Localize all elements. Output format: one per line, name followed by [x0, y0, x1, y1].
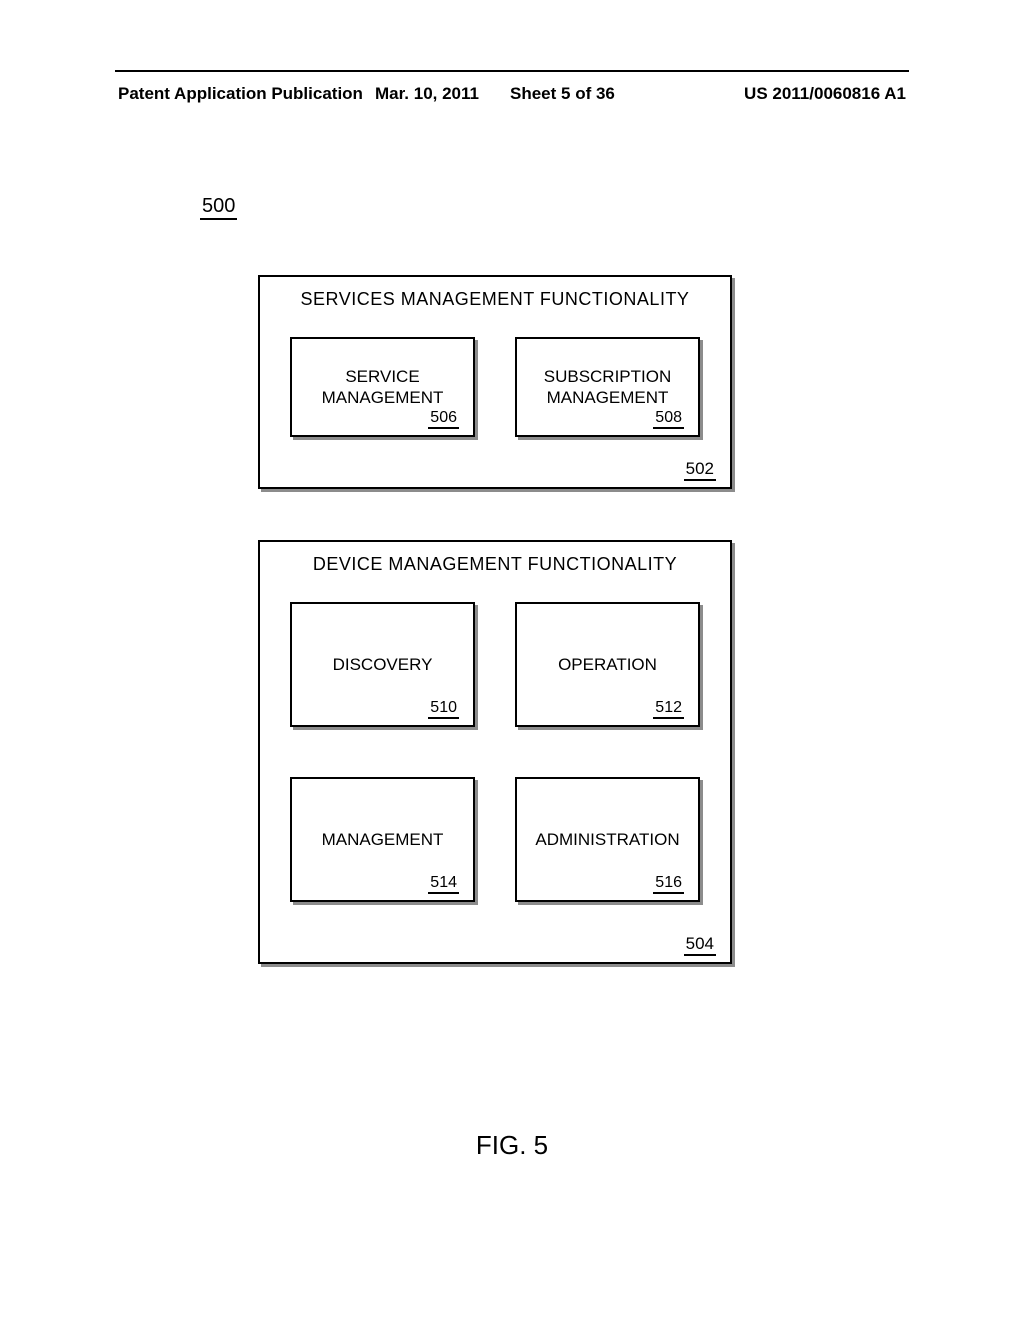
header-rule	[115, 70, 909, 72]
diagram-main-ref: 500	[200, 195, 237, 220]
discovery-ref: 510	[428, 699, 459, 719]
management-label-text: MANAGEMENT	[322, 830, 444, 849]
operation-box: OPERATION 512	[515, 602, 700, 727]
device-management-ref: 504	[684, 934, 716, 956]
header-date: Mar. 10, 2011	[375, 84, 479, 104]
service-management-label: SERVICE MANAGEMENT	[300, 366, 465, 409]
subscription-management-label: SUBSCRIPTION MANAGEMENT	[525, 366, 690, 409]
operation-label: OPERATION	[525, 654, 690, 675]
services-management-ref: 502	[684, 459, 716, 481]
discovery-label: DISCOVERY	[300, 654, 465, 675]
services-management-block: SERVICES MANAGEMENT FUNCTIONALITY SERVIC…	[258, 275, 732, 489]
operation-ref: 512	[653, 699, 684, 719]
administration-label: ADMINISTRATION	[525, 829, 690, 850]
management-label: MANAGEMENT	[300, 829, 465, 850]
services-management-title: SERVICES MANAGEMENT FUNCTIONALITY	[260, 277, 730, 310]
service-management-box: SERVICE MANAGEMENT 506	[290, 337, 475, 437]
subscription-management-box: SUBSCRIPTION MANAGEMENT 508	[515, 337, 700, 437]
discovery-label-text: DISCOVERY	[333, 655, 433, 674]
management-ref: 514	[428, 874, 459, 894]
figure-label: FIG. 5	[0, 1130, 1024, 1161]
subscription-management-ref: 508	[653, 409, 684, 429]
administration-ref: 516	[653, 874, 684, 894]
subscription-management-label-text: SUBSCRIPTION MANAGEMENT	[544, 367, 672, 407]
administration-box: ADMINISTRATION 516	[515, 777, 700, 902]
header-sheet: Sheet 5 of 36	[510, 84, 615, 104]
header-publication-number: US 2011/0060816 A1	[744, 84, 906, 104]
device-management-block: DEVICE MANAGEMENT FUNCTIONALITY DISCOVER…	[258, 540, 732, 964]
header-publication-label: Patent Application Publication	[118, 84, 363, 104]
device-management-title: DEVICE MANAGEMENT FUNCTIONALITY	[260, 542, 730, 575]
discovery-box: DISCOVERY 510	[290, 602, 475, 727]
service-management-ref: 506	[428, 409, 459, 429]
service-management-label-text: SERVICE MANAGEMENT	[322, 367, 444, 407]
administration-label-text: ADMINISTRATION	[535, 830, 679, 849]
management-box: MANAGEMENT 514	[290, 777, 475, 902]
operation-label-text: OPERATION	[558, 655, 657, 674]
